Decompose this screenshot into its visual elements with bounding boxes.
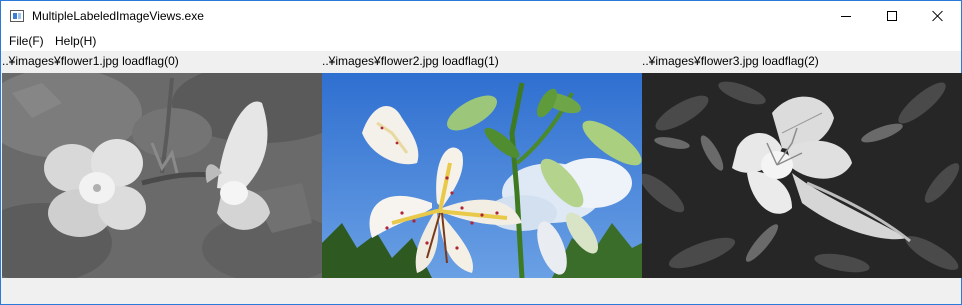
window-title: MultipleLabeledImageViews.exe	[32, 9, 204, 23]
white-evening-primrose-grayscale-image	[2, 73, 322, 278]
image-label-3: ..¥images¥flower3.jpg loadflag(2)	[642, 54, 819, 68]
image-view-1	[2, 73, 322, 278]
close-button[interactable]	[915, 1, 961, 31]
app-window-icon[interactable]	[10, 10, 24, 22]
menu-file[interactable]: File(F)	[9, 34, 44, 48]
image-view-2	[322, 73, 642, 278]
image-label-2: ..¥images¥flower2.jpg loadflag(1)	[322, 54, 499, 68]
title-bar[interactable]: MultipleLabeledImageViews.exe	[1, 1, 961, 31]
menu-help[interactable]: Help(H)	[55, 34, 96, 48]
maximize-icon	[887, 11, 897, 21]
image-view-3	[642, 73, 962, 278]
spotted-lily-color-image	[322, 73, 642, 278]
minimize-icon	[841, 15, 851, 17]
menu-bar: File(F) Help(H)	[1, 31, 961, 51]
app-window: MultipleLabeledImageViews.exe File(F) He…	[0, 0, 962, 305]
image-label-1: ..¥images¥flower1.jpg loadflag(0)	[2, 54, 179, 68]
white-lily-grayscale-image	[642, 73, 962, 278]
maximize-button[interactable]	[869, 1, 915, 31]
minimize-button[interactable]	[823, 1, 869, 31]
close-icon	[932, 10, 944, 22]
